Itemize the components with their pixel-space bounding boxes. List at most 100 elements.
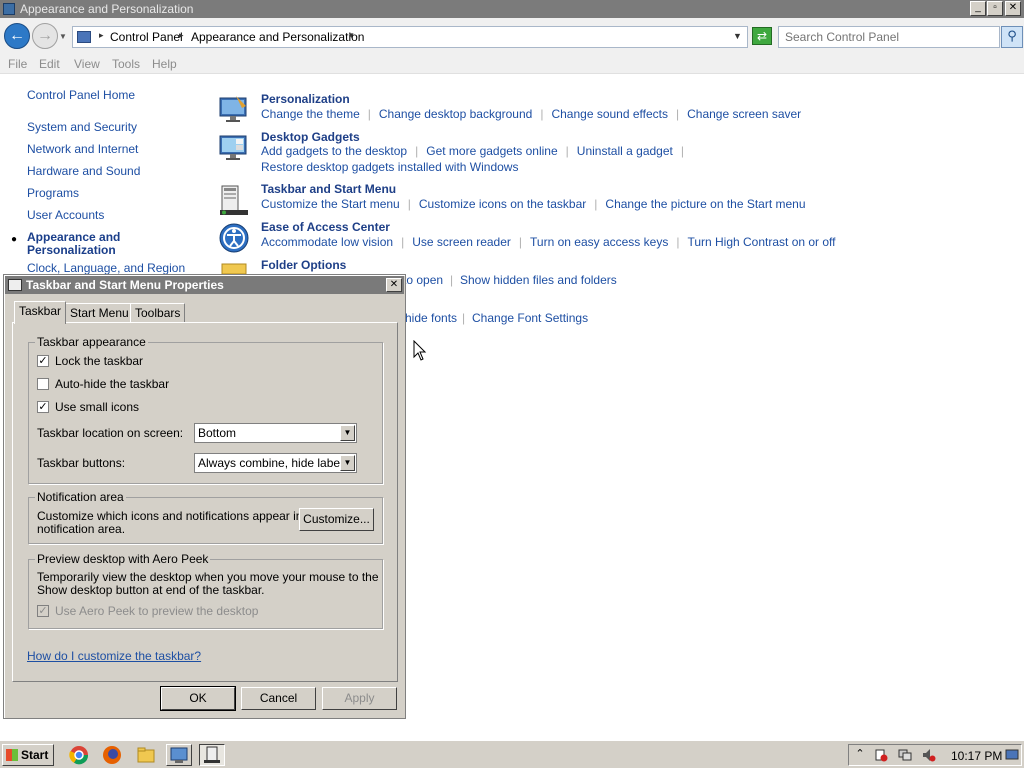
ease-of-access-icon[interactable] [218,222,250,254]
link-uninstall-gadget[interactable]: Uninstall a gadget [577,144,673,158]
nav-programs[interactable]: Programs [27,186,79,200]
recent-pages-dropdown[interactable]: ▼ [59,32,67,41]
link-screen-reader[interactable]: Use screen reader [412,235,511,249]
menu-help[interactable]: Help [152,57,177,71]
address-bar-area: ← → ▼ ▸ Control Panel ▸ Appearance and P… [0,18,1024,54]
dialog-title: Taskbar and Start Menu Properties [26,278,224,292]
nav-appearance-line1[interactable]: Appearance and [27,230,120,244]
control-panel-icon [77,31,91,43]
network-icon[interactable] [898,748,912,762]
link-high-contrast[interactable]: Turn High Contrast on or off [687,235,835,249]
link-change-start-picture[interactable]: Change the picture on the Start menu [605,197,805,211]
action-center-icon[interactable] [874,748,888,762]
link-customize-taskbar-icons[interactable]: Customize icons on the taskbar [419,197,586,211]
taskbar-location-select[interactable]: Bottom ▼ [194,423,357,443]
tab-toolbars[interactable]: Toolbars [130,303,186,323]
nav-system-security[interactable]: System and Security [27,120,137,134]
dialog-close-button[interactable]: ✕ [386,278,402,292]
address-history-dropdown[interactable]: ▼ [733,31,742,41]
aero-peek-group: Preview desktop with Aero Peek Temporari… [28,552,383,629]
link-restore-gadgets[interactable]: Restore desktop gadgets installed with W… [261,160,518,174]
chevron-down-icon[interactable]: ▼ [340,455,355,471]
menu-edit[interactable]: Edit [39,57,60,71]
link-change-sound-effects[interactable]: Change sound effects [551,107,668,121]
tab-start-menu[interactable]: Start Menu [65,303,134,323]
window-title-bar: Appearance and Personalization _ ▫ ✕ [0,0,1024,18]
chevron-down-icon[interactable]: ▼ [340,425,355,441]
nav-network-internet[interactable]: Network and Internet [27,142,138,156]
minimize-button[interactable]: _ [970,1,986,16]
personalization-icon[interactable] [218,94,250,126]
aero-peek-label: Preview desktop with Aero Peek [35,552,211,566]
show-hidden-icons-chevron-icon[interactable]: ⌃ [853,748,867,762]
auto-hide-checkbox[interactable] [37,378,49,390]
maximize-button[interactable]: ▫ [987,1,1003,16]
taskbar-start-menu-icon[interactable] [218,184,250,216]
link-change-theme[interactable]: Change the theme [261,107,360,121]
nav-hardware-sound[interactable]: Hardware and Sound [27,164,140,178]
address-box[interactable]: ▸ Control Panel ▸ Appearance and Persona… [72,26,748,48]
help-customize-taskbar-link[interactable]: How do I customize the taskbar? [27,649,201,663]
show-desktop-icon[interactable] [1005,748,1019,762]
refresh-button[interactable]: ⇄ [752,27,772,45]
link-folder-open-partial[interactable]: to open [403,273,443,287]
firefox-icon[interactable] [102,745,122,765]
menu-file[interactable]: File [8,57,27,71]
taskbar-start-menu-title[interactable]: Taskbar and Start Menu [261,182,396,196]
taskbar-properties-taskbar-button[interactable] [199,744,225,766]
auto-hide-label[interactable]: Auto-hide the taskbar [55,377,169,391]
search-box[interactable] [778,26,1000,48]
ok-button[interactable]: OK [160,686,236,711]
ease-of-access-title[interactable]: Ease of Access Center [261,220,390,234]
nav-user-accounts[interactable]: User Accounts [27,208,104,222]
folder-options-icon[interactable] [218,260,250,274]
nav-clock-language-region[interactable]: Clock, Language, and Region [27,261,185,275]
link-separator: | [462,311,466,325]
desktop-gadgets-icon[interactable] [218,132,250,164]
breadcrumb-control-panel[interactable]: Control Panel [110,30,183,44]
dialog-title-bar[interactable]: Taskbar and Start Menu Properties ✕ [5,276,404,294]
folder-options-title[interactable]: Folder Options [261,258,346,272]
link-show-hidden-files[interactable]: Show hidden files and folders [460,273,617,287]
link-add-gadgets[interactable]: Add gadgets to the desktop [261,144,407,158]
back-button[interactable]: ← [4,23,30,49]
link-change-screen-saver[interactable]: Change screen saver [687,107,801,121]
link-change-background[interactable]: Change desktop background [379,107,532,121]
clock[interactable]: 10:17 PM [951,749,1002,763]
close-window-button[interactable]: ✕ [1005,1,1021,16]
mouse-cursor-icon [413,340,427,361]
start-button[interactable]: Start [2,744,54,766]
control-panel-taskbar-button[interactable] [166,744,192,766]
taskbar-tab-panel: Taskbar appearance ✓ Lock the taskbar Au… [12,322,398,682]
volume-muted-icon[interactable] [922,748,936,762]
desktop-gadgets-title[interactable]: Desktop Gadgets [261,130,360,144]
chrome-icon[interactable] [69,745,89,765]
menu-tools[interactable]: Tools [112,57,140,71]
nav-control-panel-home[interactable]: Control Panel Home [27,88,135,102]
personalization-title[interactable]: Personalization [261,92,350,106]
lock-taskbar-label[interactable]: Lock the taskbar [55,354,143,368]
link-low-vision[interactable]: Accommodate low vision [261,235,393,249]
link-customize-start-menu[interactable]: Customize the Start menu [261,197,400,211]
lock-taskbar-checkbox[interactable]: ✓ [37,355,49,367]
tab-taskbar[interactable]: Taskbar [14,301,67,324]
nav-appearance-line2[interactable]: Personalization [27,243,116,257]
chevron-right-icon[interactable]: ▸ [179,30,184,41]
file-explorer-icon[interactable] [136,745,156,765]
link-change-font-settings[interactable]: Change Font Settings [472,311,588,325]
link-hide-fonts-partial[interactable]: hide fonts [405,311,457,325]
chevron-down-icon[interactable]: ▾ [349,30,354,41]
menu-view[interactable]: View [74,57,100,71]
search-input[interactable] [779,27,979,47]
link-easy-access-keys[interactable]: Turn on easy access keys [530,235,668,249]
link-separator: | [518,235,523,249]
breadcrumb-appearance[interactable]: Appearance and Personalization [191,30,364,44]
link-get-more-gadgets[interactable]: Get more gadgets online [426,144,557,158]
forward-button[interactable]: → [32,23,58,49]
cancel-button[interactable]: Cancel [241,687,316,710]
customize-button[interactable]: Customize... [299,508,374,531]
chevron-right-icon[interactable]: ▸ [99,30,104,41]
search-icon[interactable]: ⚲ [1001,26,1023,48]
small-icons-checkbox[interactable]: ✓ [37,401,49,413]
taskbar-buttons-select[interactable]: Always combine, hide labels ▼ [194,453,357,473]
